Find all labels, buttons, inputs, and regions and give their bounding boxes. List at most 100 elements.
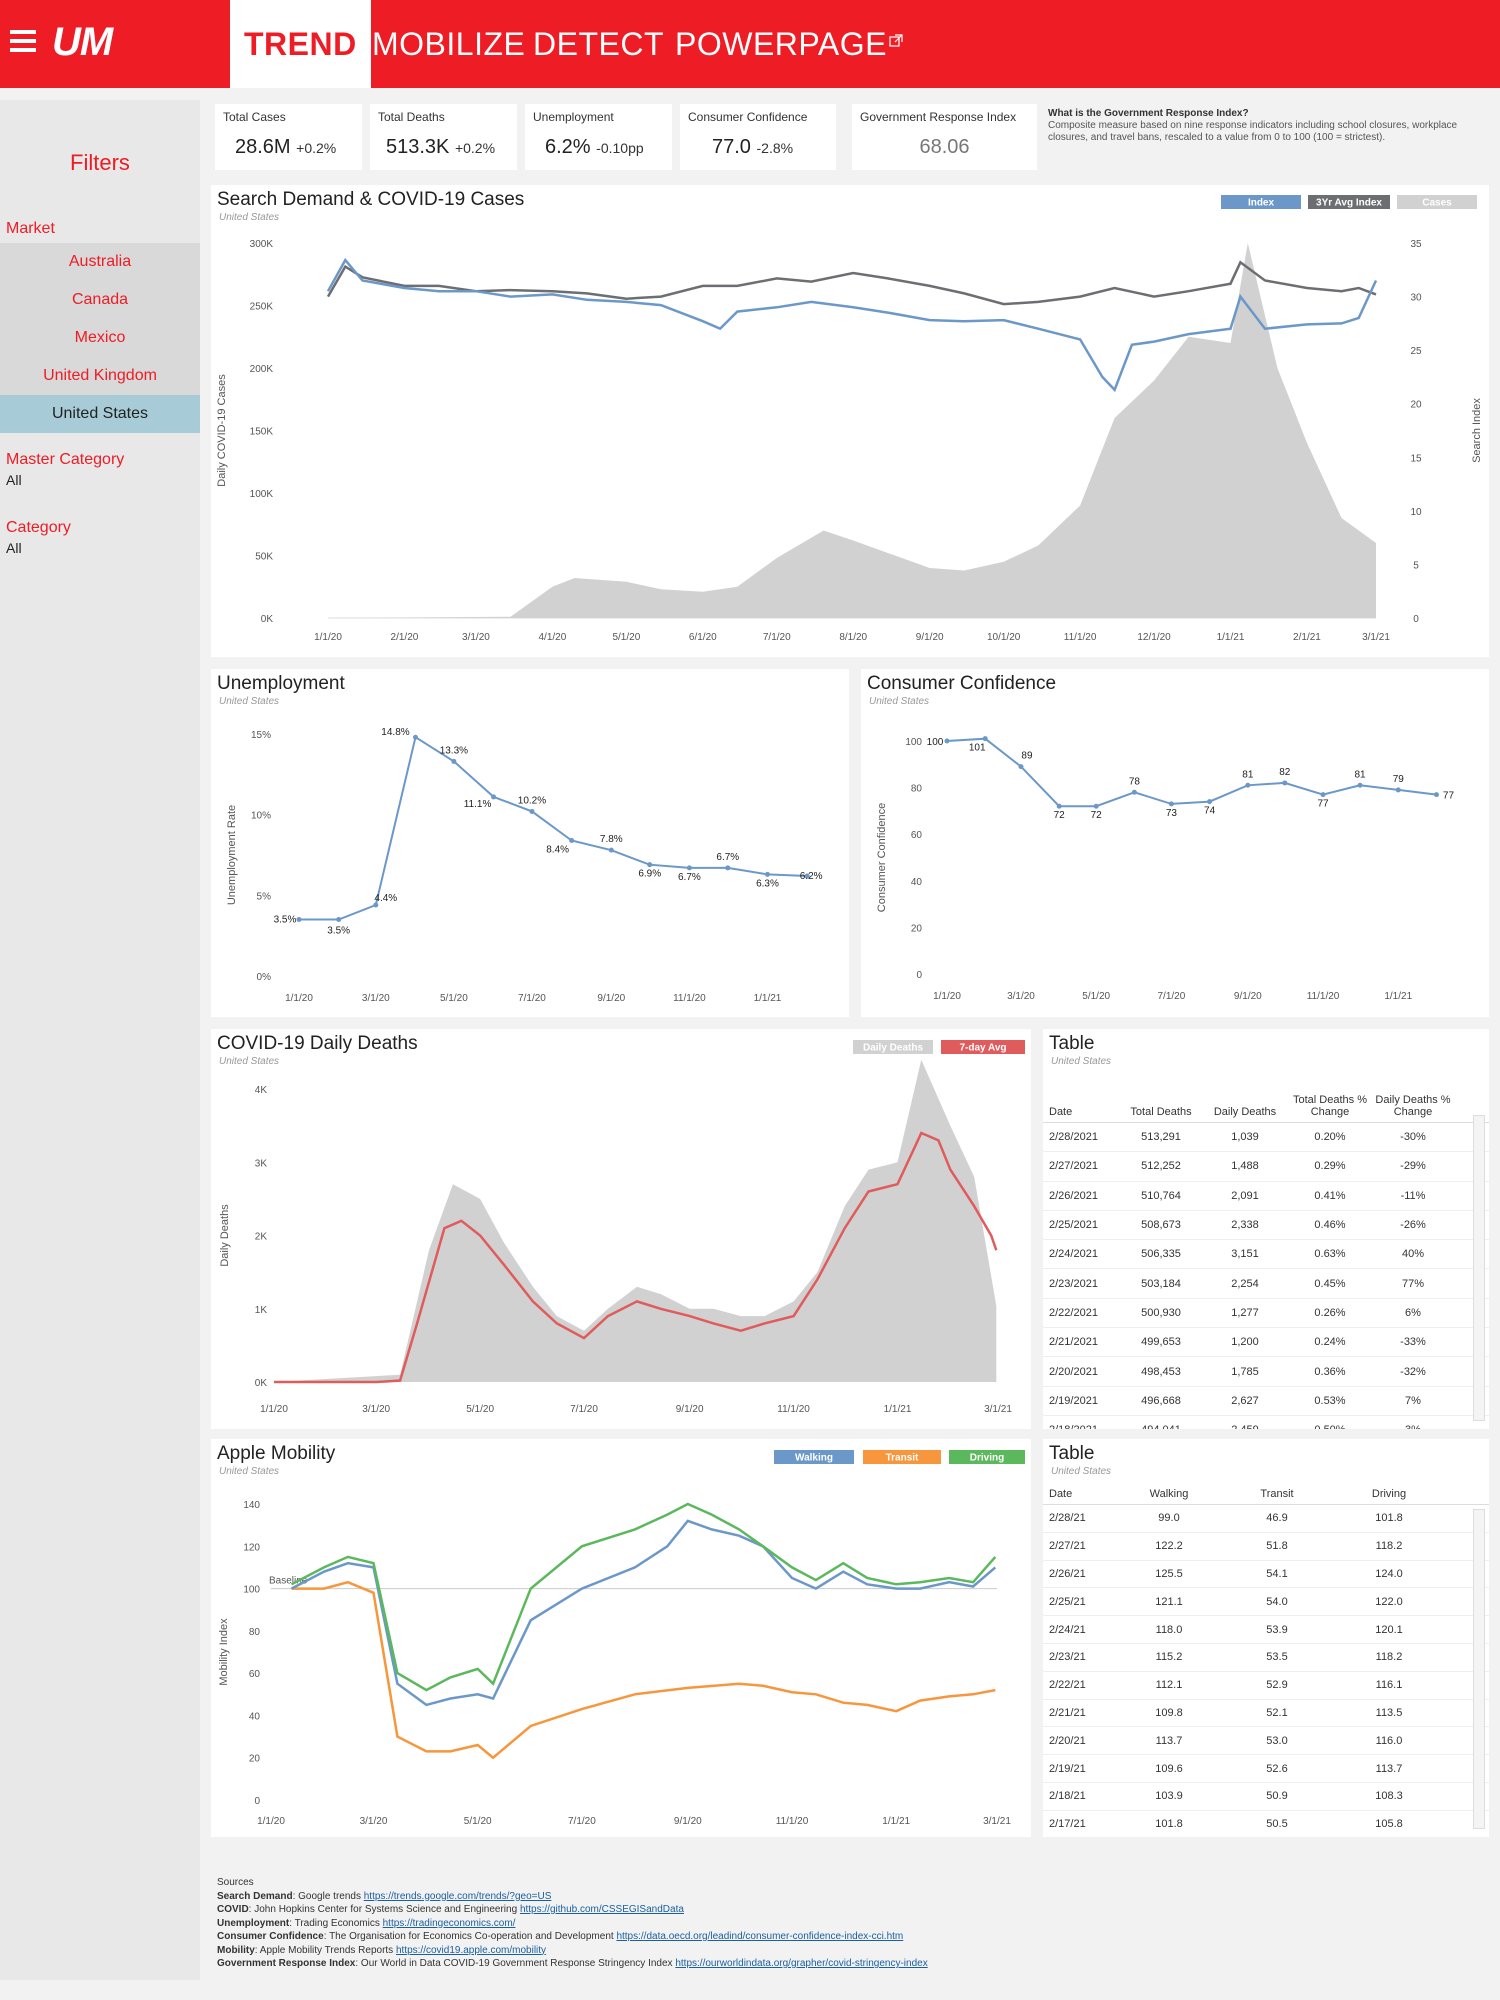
table-row[interactable]: 2/22/2021 500,930 1,277 0.26% 6% [1043,1299,1489,1329]
legend-label[interactable]: 3Yr Avg Index [1316,198,1382,209]
data-point[interactable] [1056,803,1062,809]
table-row[interactable]: 2/21/21 109.8 52.1 113.5 [1043,1700,1489,1728]
tab-detect[interactable]: DETECT [533,0,664,88]
source-link[interactable]: https://github.com/CSSEGISandData [520,1904,684,1915]
cases-area[interactable] [328,243,1376,618]
source-link[interactable]: https://ourworldindata.org/grapher/covid… [675,1958,927,1969]
data-point[interactable] [412,734,418,740]
data-point[interactable] [1433,792,1439,798]
source-link[interactable]: https://tradingeconomics.com/ [383,1918,516,1929]
table-row[interactable]: 2/19/21 109.6 52.6 113.7 [1043,1755,1489,1783]
walking-line[interactable] [290,1519,997,1707]
search-demand-chart[interactable]: 0K 50K 100K 150K 200K 250K 300K 0 5 10 15 20 25 30 35 1… [211,185,1489,657]
col-daily-deaths[interactable]: Daily Deaths [1203,1106,1287,1118]
table-row[interactable]: 2/26/2021 510,764 2,091 0.41% -11% [1043,1182,1489,1211]
market-item-united-kingdom[interactable]: United Kingdom [0,357,200,395]
data-point[interactable] [647,862,653,868]
data-point[interactable] [296,917,302,923]
table-row[interactable]: 2/27/21 122.2 51.8 118.2 [1043,1533,1489,1561]
source-link[interactable]: https://data.oecd.org/leadind/consumer-c… [616,1931,903,1942]
table-row[interactable]: 2/28/2021 513,291 1,039 0.20% -30% [1043,1123,1489,1153]
source-line: Government Response Index: Our World in … [217,1957,928,1971]
market-item-australia[interactable]: Australia [0,243,200,281]
data-point[interactable] [1395,787,1401,793]
apple-mobility-chart[interactable]: 0 20 40 60 80 100 120 140 1/1/20 3/1/20 5/1/20 7/1/… [211,1439,1031,1837]
data-point[interactable] [764,871,770,877]
master-category-value[interactable]: All [6,472,22,488]
table-row[interactable]: 2/18/21 103.9 50.9 108.3 [1043,1783,1489,1811]
legend-label[interactable]: Transit [886,1453,919,1464]
table-row[interactable]: 2/26/21 125.5 54.1 124.0 [1043,1561,1489,1589]
table-row[interactable]: 2/25/21 121.1 54.0 122.0 [1043,1588,1489,1617]
col-date[interactable]: Date [1043,1488,1117,1500]
col-transit[interactable]: Transit [1221,1488,1333,1500]
data-point[interactable] [529,808,535,814]
driving-line[interactable] [290,1502,997,1692]
legend-label[interactable]: Index [1248,198,1275,209]
category-value[interactable]: All [6,540,22,556]
col-date[interactable]: Date [1043,1106,1119,1118]
tab-powerpage[interactable]: POWERPAGE [675,0,903,88]
table-row[interactable]: 2/25/2021 508,673 2,338 0.46% -26% [1043,1211,1489,1241]
table-scrollbar[interactable] [1473,1509,1485,1829]
daily-deaths-chart[interactable]: 0K 1K 2K 3K 4K 1/1/20 3/1/20 5/1/20 7/1/20 9/1/20… [211,1029,1031,1429]
col-total-deaths[interactable]: Total Deaths [1119,1106,1203,1118]
data-point[interactable] [1018,764,1024,770]
table-row[interactable]: 2/27/2021 512,252 1,488 0.29% -29% [1043,1152,1489,1182]
table-row[interactable]: 2/23/2021 503,184 2,254 0.45% 77% [1043,1269,1489,1299]
data-point[interactable] [569,837,575,843]
table-row[interactable]: 2/22/21 112.1 52.9 116.1 [1043,1672,1489,1700]
legend-label[interactable]: Driving [970,1453,1004,1464]
data-point[interactable] [1245,782,1251,788]
table-cell: 494,041 [1119,1424,1203,1429]
data-point[interactable] [1282,780,1288,786]
tab-mobilize[interactable]: MOBILIZE [372,0,525,88]
data-point[interactable] [1207,799,1213,805]
3yr-avg-index-line[interactable] [326,260,1377,306]
data-point[interactable] [686,865,692,871]
tab-trend[interactable]: TREND [230,0,371,88]
table-row[interactable]: 2/24/2021 506,335 3,151 0.63% 40% [1043,1240,1489,1270]
table-row[interactable]: 2/28/21 99.0 46.9 101.8 [1043,1505,1489,1533]
data-point[interactable] [725,865,731,871]
hamburger-menu-icon[interactable] [10,30,36,54]
legend-label[interactable]: Cases [1422,198,1452,209]
x-tick-label: 11/1/20 [673,993,706,1004]
table-row[interactable]: 2/17/21 101.8 50.5 105.8 [1043,1811,1489,1837]
data-point[interactable] [1168,801,1174,807]
col-walking[interactable]: Walking [1117,1488,1221,1500]
daily-deaths-area[interactable] [274,1059,997,1382]
consumer-confidence-chart[interactable]: 0 20 40 60 80 100 1/1/20 3/1/20 5/1/20 7/1/20 9/1/… [861,669,1489,1017]
data-point[interactable] [944,738,950,744]
um-logo[interactable]: UM [52,20,113,65]
table-row[interactable]: 2/20/21 113.7 53.0 116.0 [1043,1727,1489,1756]
table-row[interactable]: 2/21/2021 499,653 1,200 0.24% -33% [1043,1328,1489,1358]
source-link[interactable]: https://trends.google.com/trends/?geo=US [364,1891,552,1902]
source-link[interactable]: https://covid19.apple.com/mobility [396,1945,546,1956]
market-item-canada[interactable]: Canada [0,281,200,319]
data-point[interactable] [1357,782,1363,788]
data-point[interactable] [1131,789,1137,795]
table-row[interactable]: 2/23/21 115.2 53.5 118.2 [1043,1644,1489,1672]
table-row[interactable]: 2/20/2021 498,453 1,785 0.36% -32% [1043,1357,1489,1387]
data-point[interactable] [608,847,614,853]
data-point[interactable] [451,758,457,764]
table-row[interactable]: 2/19/2021 496,668 2,627 0.53% 7% [1043,1387,1489,1416]
market-item-mexico[interactable]: Mexico [0,319,200,357]
legend-label[interactable]: Walking [795,1453,833,1464]
table-row[interactable]: 2/24/21 118.0 53.9 120.1 [1043,1616,1489,1644]
table-scrollbar[interactable] [1473,1115,1485,1421]
data-point[interactable] [982,736,988,742]
unemployment-chart[interactable]: 0% 5% 10% 15% 1/1/20 3/1/20 5/1/20 7/1/20 9/1/20… [211,669,849,1017]
market-item-united-states[interactable]: United States [0,395,200,433]
col-driving[interactable]: Driving [1333,1488,1445,1500]
col-daily-change[interactable]: Daily Deaths % Change [1373,1094,1453,1118]
data-point[interactable] [1320,792,1326,798]
table-row[interactable]: 2/18/2021494,0412,4590.50%3% [1043,1416,1489,1429]
data-point[interactable] [336,917,342,923]
col-total-change[interactable]: Total Deaths % Change [1287,1094,1373,1118]
legend-label[interactable]: 7-day Avg [959,1043,1006,1054]
data-point[interactable] [491,794,497,800]
legend-label[interactable]: Daily Deaths [863,1043,923,1054]
data-point[interactable] [1093,803,1099,809]
